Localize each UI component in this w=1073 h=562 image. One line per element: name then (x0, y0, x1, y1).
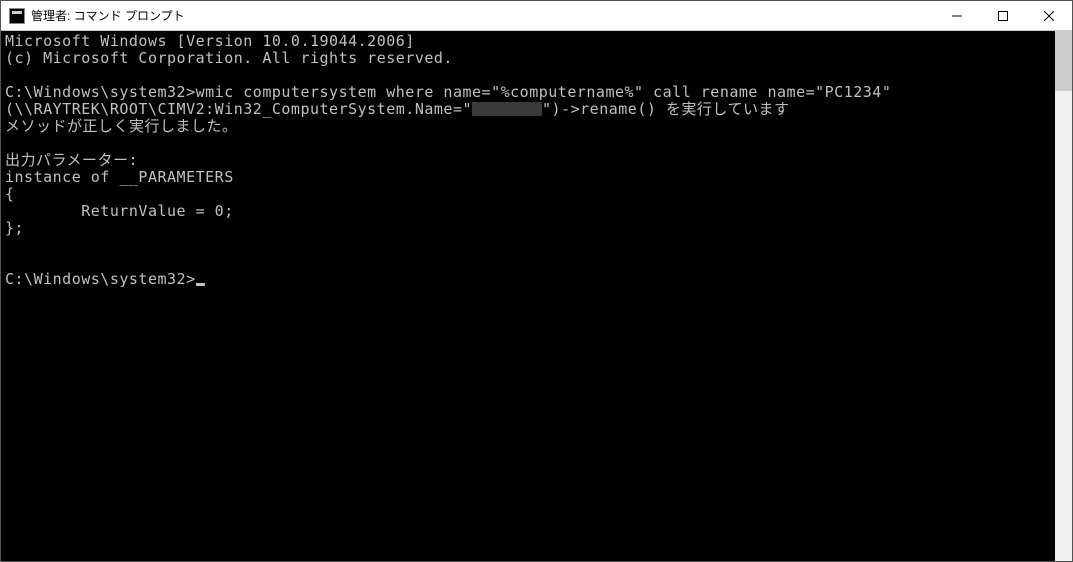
cursor (196, 283, 205, 286)
terminal-area[interactable]: Microsoft Windows [Version 10.0.19044.20… (1, 31, 1072, 561)
prompt-path: C:\Windows\system32> (5, 270, 196, 288)
prompt-path: C:\Windows\system32> (5, 83, 196, 101)
close-icon (1044, 11, 1054, 21)
output-line: }; (5, 219, 24, 237)
close-button[interactable] (1026, 1, 1072, 30)
output-line: instance of __PARAMETERS (5, 168, 234, 186)
app-icon (9, 8, 25, 24)
window-title: 管理者: コマンド プロンプト (31, 7, 934, 24)
window-controls (934, 1, 1072, 30)
minimize-icon (952, 11, 962, 21)
scrollbar-thumb[interactable] (1055, 31, 1072, 91)
titlebar[interactable]: 管理者: コマンド プロンプト (1, 1, 1072, 31)
terminal-content: Microsoft Windows [Version 10.0.19044.20… (1, 31, 1072, 290)
output-line: メソッドが正しく実行しました。 (5, 117, 238, 135)
output-line: { (5, 185, 15, 203)
minimize-button[interactable] (934, 1, 980, 30)
output-line: ReturnValue = 0; (5, 202, 234, 220)
command-text: wmic computersystem where name="%compute… (196, 83, 892, 101)
scrollbar[interactable] (1055, 31, 1072, 561)
maximize-icon (998, 11, 1008, 21)
version-line: Microsoft Windows [Version 10.0.19044.20… (5, 32, 415, 50)
redacted-hostname (472, 102, 542, 116)
output-line: (\\RAYTREK\ROOT\CIMV2:Win32_ComputerSyst… (5, 100, 472, 118)
command-prompt-window: 管理者: コマンド プロンプト Microsoft Windows [Versi… (0, 0, 1073, 562)
output-line: ")->rename() を実行しています (542, 100, 789, 118)
copyright-line: (c) Microsoft Corporation. All rights re… (5, 49, 453, 67)
maximize-button[interactable] (980, 1, 1026, 30)
output-line: 出力パラメーター: (5, 151, 138, 169)
